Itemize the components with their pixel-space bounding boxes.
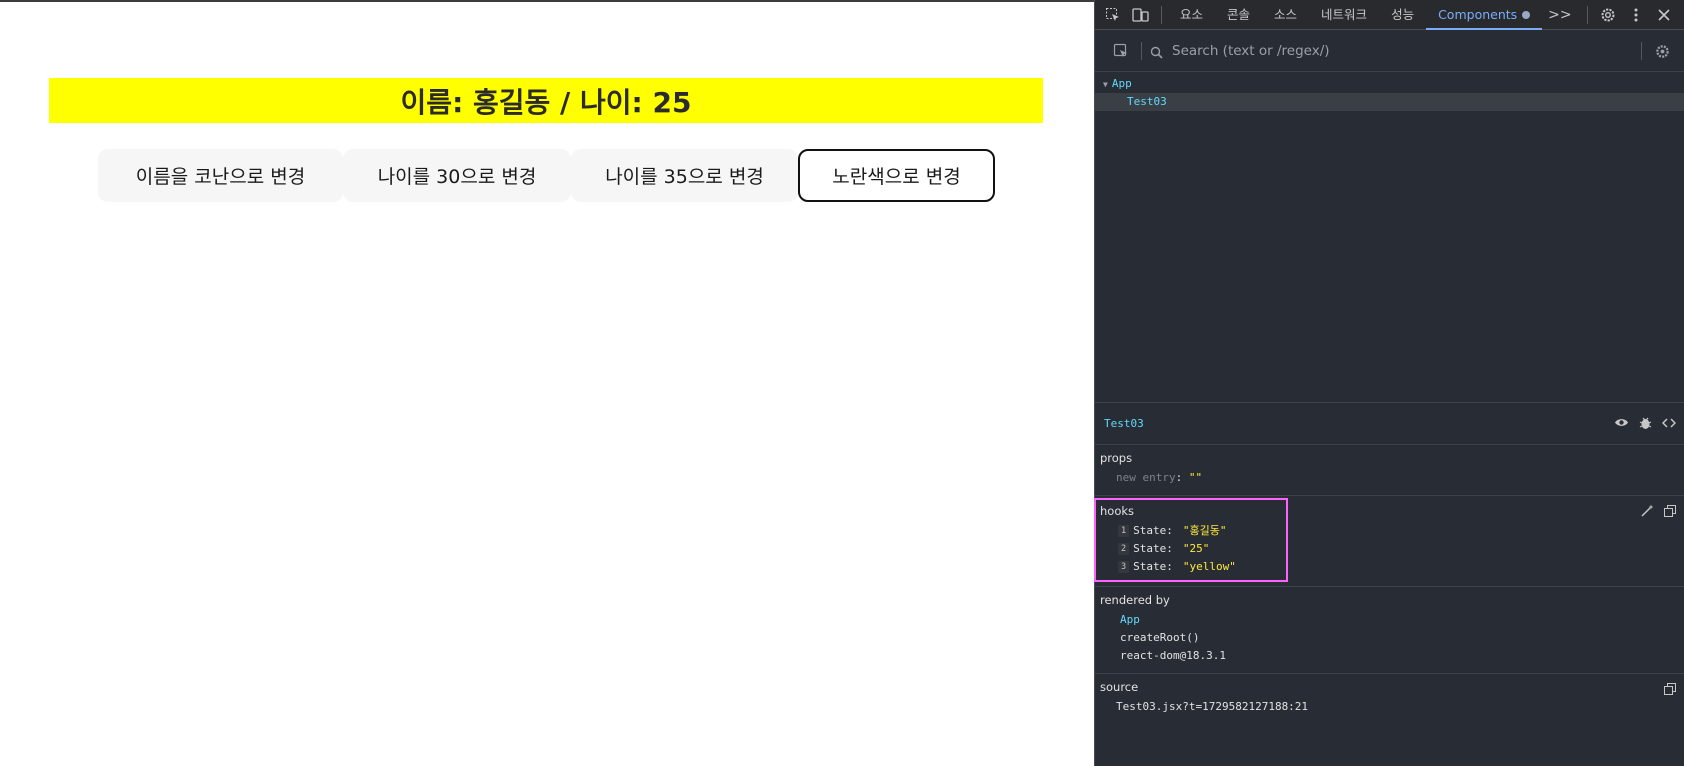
source-section: source Test03.jsx?t=1729582127188:21 [1095, 674, 1684, 724]
tree-item-label: App [1111, 77, 1132, 90]
component-search-input[interactable]: Search (text or /regex/) [1172, 43, 1330, 59]
copy-icon[interactable] [1664, 680, 1676, 699]
rendered-by-title: rendered by [1100, 593, 1170, 607]
copy-icon[interactable] [1664, 502, 1676, 521]
view-source-icon[interactable] [1661, 417, 1677, 432]
eye-icon[interactable] [1614, 417, 1629, 431]
rendered-by-app-link[interactable]: App [1100, 611, 1679, 629]
tree-item-app[interactable]: ▼ App [1095, 75, 1684, 93]
toolbar-separator [1641, 42, 1642, 60]
props-section: props new entry: "" [1095, 445, 1684, 496]
rendered-by-react-dom: react-dom@18.3.1 [1120, 649, 1226, 662]
expand-arrow-icon[interactable]: ▼ [1103, 80, 1108, 89]
change-age-35-button[interactable]: 나이를 35으로 변경 [571, 149, 798, 202]
more-tabs-button[interactable]: >> [1542, 0, 1577, 30]
tree-item-label: Test03 [1127, 95, 1167, 108]
selected-component-header: Test03 [1095, 403, 1684, 445]
inspect-element-icon[interactable] [1099, 1, 1127, 29]
component-settings-icon[interactable] [1648, 37, 1676, 65]
change-name-conan-button[interactable]: 이름을 코난으로 변경 [98, 149, 343, 202]
devtools-right-controls [1581, 0, 1678, 30]
toolbar-separator [1141, 41, 1142, 60]
magic-wand-icon[interactable] [1641, 502, 1654, 521]
new-entry-row[interactable]: new entry: "" [1100, 469, 1679, 487]
tree-item-test03[interactable]: Test03 [1095, 93, 1684, 111]
new-entry-key: new entry [1116, 471, 1176, 484]
components-toolbar: Search (text or /regex/) [1095, 30, 1684, 72]
search-icon [1150, 44, 1164, 59]
change-age-30-button[interactable]: 나이를 30으로 변경 [343, 149, 571, 202]
source-title: source [1100, 680, 1139, 694]
toolbar-right [1635, 30, 1676, 72]
tab-sources[interactable]: 소스 [1262, 0, 1309, 30]
tab-console[interactable]: 콘솔 [1215, 0, 1262, 30]
device-toolbar-icon[interactable] [1127, 1, 1155, 29]
new-entry-value[interactable]: "" [1189, 471, 1202, 484]
select-component-icon[interactable] [1107, 37, 1135, 65]
hooks-section: hooks 1 State: "홍길동" 2 State: "25" 3 Sta… [1094, 496, 1684, 587]
tab-performance[interactable]: 성능 [1379, 0, 1426, 30]
bug-icon[interactable] [1639, 416, 1652, 433]
button-row: 이름을 코난으로 변경 나이를 30으로 변경 나이를 35으로 변경 노란색으… [98, 149, 995, 202]
props-title: props [1100, 451, 1133, 465]
hooks-actions [1641, 502, 1676, 521]
change-color-yellow-button[interactable]: 노란색으로 변경 [798, 149, 995, 202]
source-file-link[interactable]: Test03.jsx?t=1729582127188:21 [1100, 698, 1679, 716]
rendered-by-section: rendered by App createRoot() react-dom@1… [1095, 587, 1684, 674]
tab-network[interactable]: 네트워크 [1309, 0, 1379, 30]
tab-separator [1587, 6, 1588, 24]
more-options-icon[interactable] [1622, 1, 1650, 29]
selected-component-actions [1614, 403, 1677, 445]
source-actions [1664, 680, 1676, 699]
component-tree: ▼ App Test03 [1095, 75, 1684, 403]
hooks-highlight-box [1094, 498, 1288, 582]
rendered-by-createroot: createRoot() [1120, 631, 1200, 644]
devtools-tab-bar: 요소 콘솔 소스 네트워크 성능 Components >> [1095, 0, 1684, 30]
tab-elements[interactable]: 요소 [1168, 0, 1215, 30]
devtools-panel: 요소 콘솔 소스 네트워크 성능 Components >> Search (t… [1094, 0, 1684, 766]
tab-components[interactable]: Components [1426, 0, 1543, 30]
components-dot-icon [1522, 11, 1531, 19]
prop-colon: : [1175, 471, 1183, 484]
page-heading: 이름: 홍길동 / 나이: 25 [400, 85, 692, 119]
rendered-page: 이름: 홍길동 / 나이: 25 이름을 코난으로 변경 나이를 30으로 변경… [0, 0, 1094, 766]
tab-components-label: Components [1438, 6, 1518, 22]
tab-separator [1161, 5, 1162, 24]
name-age-banner: 이름: 홍길동 / 나이: 25 [49, 78, 1043, 123]
settings-gear-icon[interactable] [1594, 1, 1622, 29]
close-icon[interactable] [1650, 1, 1678, 29]
selected-component-name: Test03 [1104, 417, 1144, 430]
